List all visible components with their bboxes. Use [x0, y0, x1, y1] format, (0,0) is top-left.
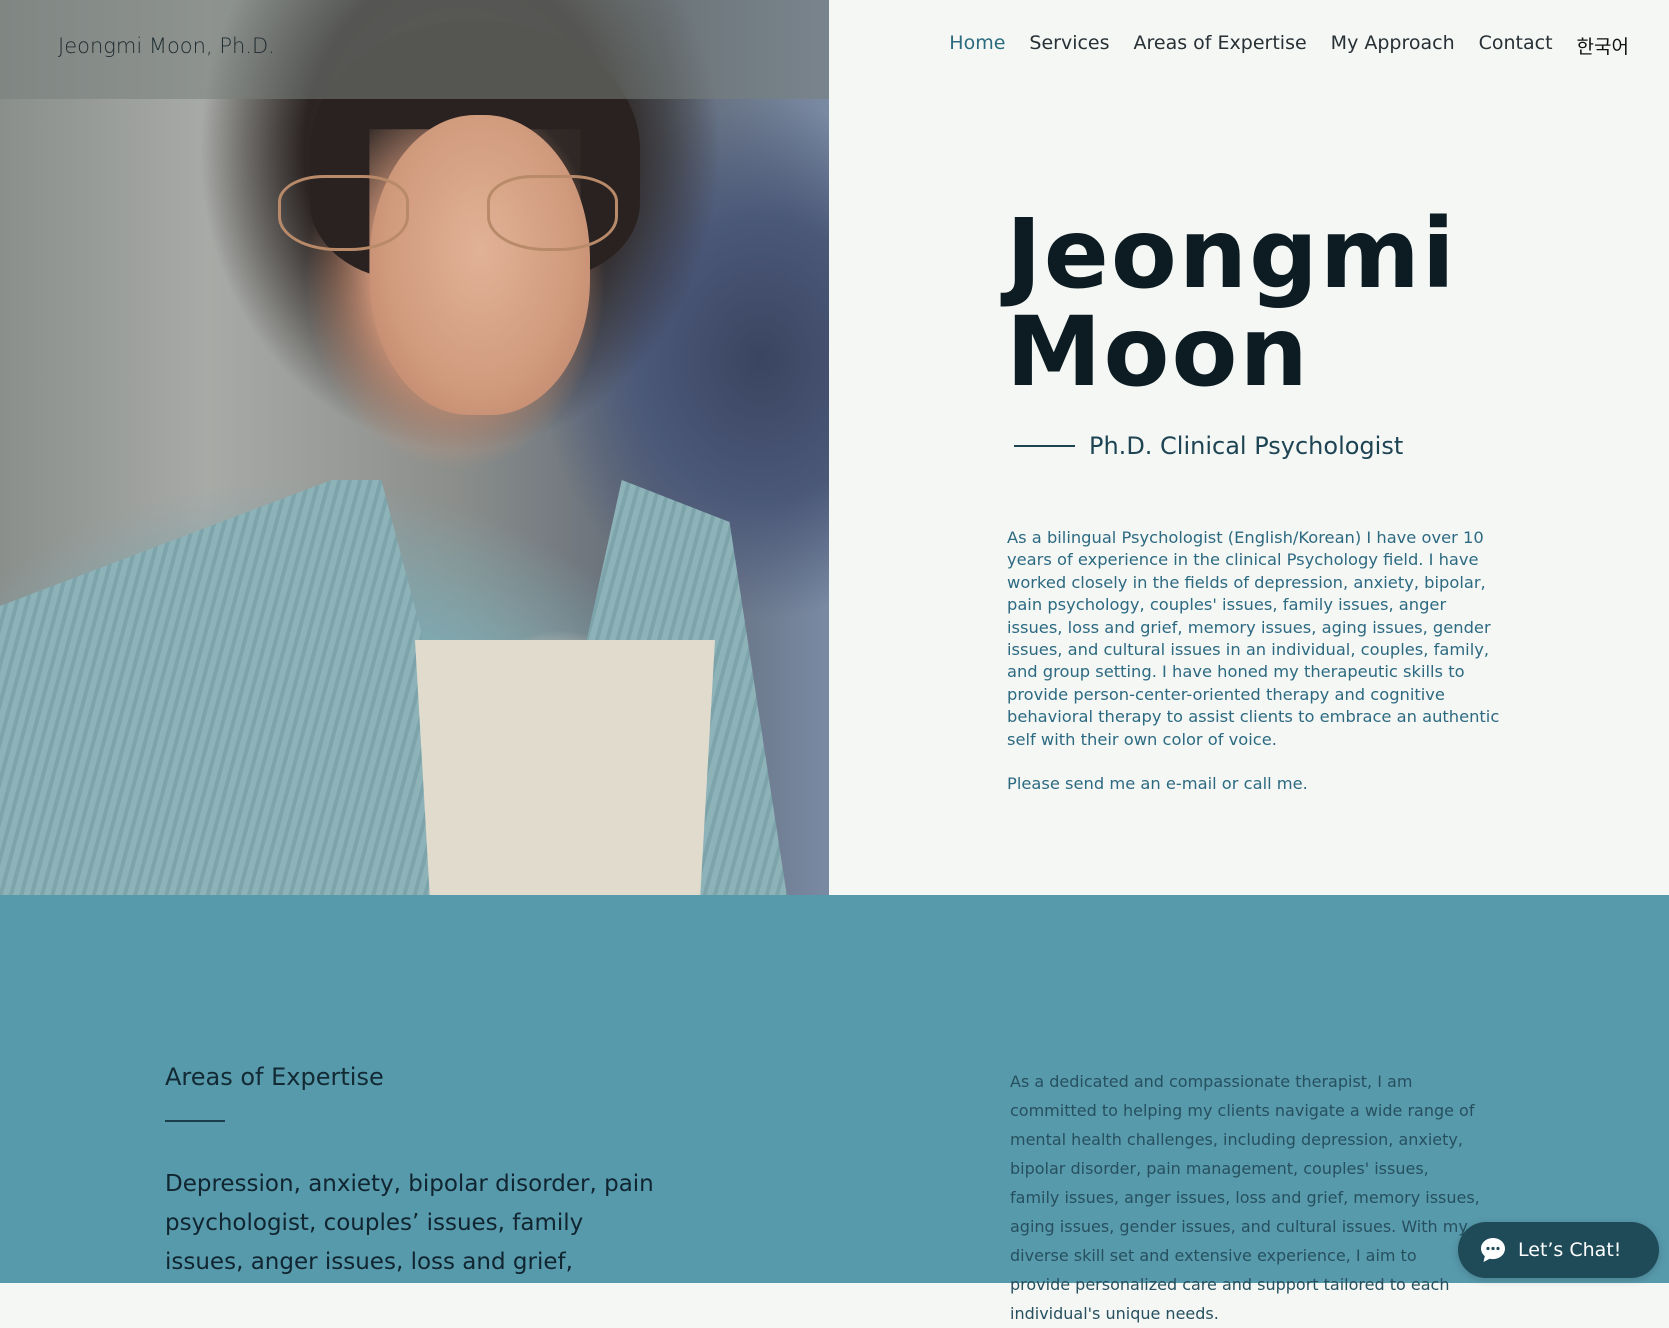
site-logo[interactable]: Jeongmi Moon, Ph.D.: [58, 34, 275, 58]
expertise-section: Areas of Expertise Depression, anxiety, …: [0, 895, 1669, 1323]
page-title: Jeongmi Moon: [1006, 205, 1457, 401]
nav-my-approach[interactable]: My Approach: [1319, 32, 1467, 59]
expertise-description: As a dedicated and compassionate therapi…: [1010, 1072, 1480, 1323]
nav-home[interactable]: Home: [937, 32, 1017, 59]
subtitle-divider: [1014, 445, 1075, 447]
bio-paragraph: As a bilingual Psychologist (English/Kor…: [1007, 528, 1500, 749]
name-line-2: Moon: [1006, 296, 1310, 408]
nav-services[interactable]: Services: [1017, 32, 1121, 59]
hero-section: Jeongmi Moon, Ph.D. Home Services Areas …: [0, 0, 1669, 895]
expertise-list: Depression, anxiety, bipolar disorder, p…: [165, 1171, 654, 1275]
bio-text: As a bilingual Psychologist (English/Kor…: [1007, 527, 1502, 817]
expertise-divider: [165, 1120, 225, 1122]
expertise-heading: Areas of Expertise: [165, 1063, 384, 1091]
subtitle: Ph.D. Clinical Psychologist: [1089, 432, 1404, 460]
portrait-photo: [0, 0, 829, 895]
chat-label: Let’s Chat!: [1518, 1239, 1622, 1261]
nav-language-korean[interactable]: 한국어: [1565, 32, 1629, 59]
name-line-1: Jeongmi: [1006, 198, 1457, 310]
chat-button[interactable]: Let’s Chat!: [1458, 1222, 1659, 1278]
nav-contact[interactable]: Contact: [1467, 32, 1565, 59]
chat-bubble-icon: [1481, 1238, 1505, 1262]
nav-areas-of-expertise[interactable]: Areas of Expertise: [1122, 32, 1319, 59]
subtitle-row: Ph.D. Clinical Psychologist: [1014, 432, 1403, 460]
contact-prompt: Please send me an e-mail or call me.: [1007, 774, 1308, 794]
main-nav: Home Services Areas of Expertise My Appr…: [937, 32, 1629, 59]
